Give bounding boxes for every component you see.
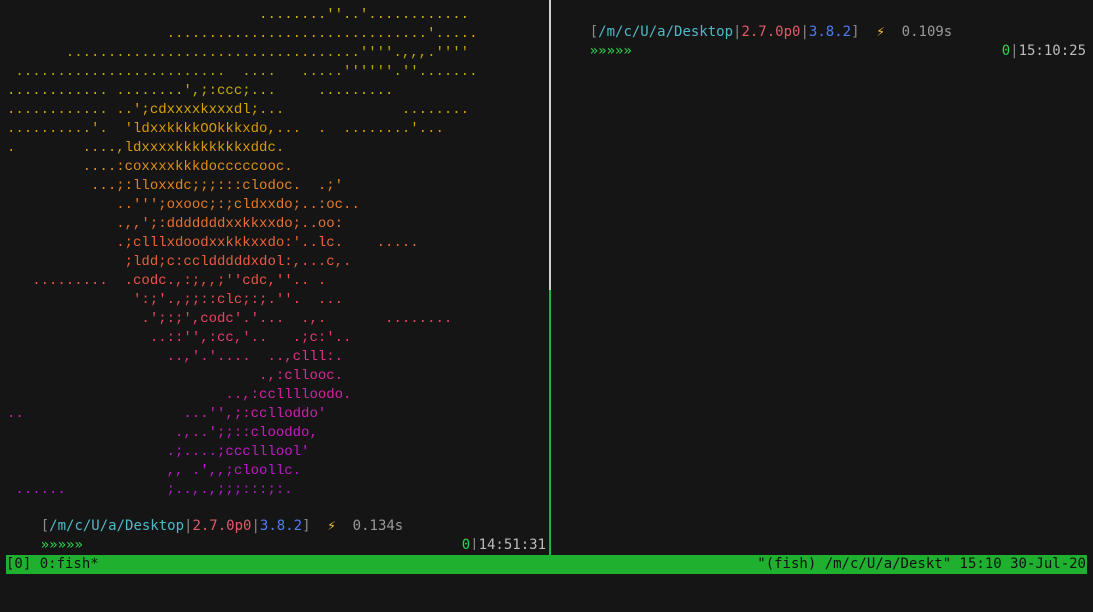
- ascii-art-line: .,,';:dddddddxxkkxxdo;..oo:: [7, 216, 344, 232]
- ascii-art-line: ...................................''''.…: [7, 45, 470, 61]
- ascii-art-line: ....:coxxxxkkkdocccccooc.: [7, 159, 293, 175]
- ascii-art-output: ........''..'............ ..............…: [7, 6, 477, 500]
- ascii-art-line: ......... .codc.,:;,,;''cdc,''.. .: [7, 273, 327, 289]
- tmux-status-right: "(fish) /m/c/U/a/Deskt" 15:10 30-Jul-20: [757, 556, 1086, 572]
- ascii-art-line: ........''..'............: [7, 7, 470, 23]
- left-prompt-status-line: [/m/c/U/a/Desktop|2.7.0p0|3.8.2] ⚡ 0.134…: [7, 498, 404, 534]
- right-prompt-input-line[interactable]: »»»»»: [556, 23, 632, 59]
- ascii-art-line: .';:;',codc'.'... .,. ........: [7, 311, 453, 327]
- exit-status: 0: [461, 537, 471, 550]
- ascii-art-line: .,..';;::clooddo,: [7, 425, 318, 441]
- ascii-art-line: .;clllxdoodxxkkkxxdo:'..lc. .....: [7, 235, 419, 251]
- tmux-window-list[interactable]: [0] 0:fish*: [6, 555, 99, 574]
- prompt-chevrons: »»»»»: [589, 43, 632, 59]
- ascii-art-line: ......................... .... .....''''…: [7, 64, 478, 80]
- right-terminal-pane[interactable]: [/m/c/U/a/Desktop|2.7.0p0|3.8.2] ⚡ 0.109…: [552, 0, 1093, 550]
- ascii-art-line: ;ldd;c:ccldddddxdol:,...c,.: [7, 254, 352, 270]
- ascii-art-line: ..,'.'.... ..,clll:.: [7, 349, 344, 365]
- ascii-art-line: ............ ..';cdxxxxkxxxdl;... ......…: [7, 102, 470, 118]
- left-terminal-pane[interactable]: ........''..'............ ..............…: [0, 0, 549, 550]
- exit-status: 0: [1001, 43, 1011, 59]
- command-duration: 0.134s: [352, 518, 404, 534]
- ascii-art-line: ..,:cclllloodo.: [7, 387, 352, 403]
- python-version: 3.8.2: [259, 518, 303, 534]
- python-version: 3.8.2: [808, 24, 852, 40]
- pane-divider[interactable]: [549, 0, 551, 290]
- prompt-separator: |: [800, 24, 809, 40]
- prompt-bracket-close: ]: [851, 24, 860, 40]
- ascii-art-line: ..........'. 'ldxxkkkkOOkkkxdo,... . ...…: [7, 121, 444, 137]
- prompt-separator: |: [470, 537, 479, 550]
- ascii-art-line: .;....;ccclllool': [7, 444, 310, 460]
- prompt-bracket-close: ]: [302, 518, 311, 534]
- ascii-art-line: . ....,ldxxxxkkkkkkkkxddc.: [7, 140, 285, 156]
- prompt-clock: 14:51:31: [478, 537, 546, 550]
- ascii-art-line: ...............................'.....: [7, 26, 478, 42]
- ascii-art-line: ............ ........',;:ccc;... .......…: [7, 83, 394, 99]
- prompt-clock: 15:10:25: [1018, 43, 1086, 59]
- ruby-version: 2.7.0p0: [192, 518, 252, 534]
- prompt-separator: |: [1010, 43, 1019, 59]
- ascii-art-line: ..''';oxooc;:;cldxxdo;..:oc..: [7, 197, 360, 213]
- pane-divider-active[interactable]: [549, 290, 551, 555]
- ascii-art-line: .,:cllooc.: [7, 368, 344, 384]
- tmux-status-bar: [0] 0:fish* "(fish) /m/c/U/a/Deskt" 15:1…: [6, 555, 1087, 574]
- right-prompt-status-line: [/m/c/U/a/Desktop|2.7.0p0|3.8.2] ⚡ 0.109…: [556, 4, 953, 40]
- ruby-version: 2.7.0p0: [741, 24, 801, 40]
- ascii-art-line: ...;:lloxxdc;;;:::clodoc. .;': [7, 178, 344, 194]
- ascii-art-line: ':;'.,;;::clc;:;.''. ...: [7, 292, 344, 308]
- ascii-art-line: .. ...'',;:cclloddo': [7, 406, 327, 422]
- ascii-art-line: ,, .',,;cloollc.: [7, 463, 302, 479]
- left-right-prompt: 0|14:51:31: [428, 517, 546, 550]
- left-prompt-input-line[interactable]: »»»»»: [7, 517, 83, 550]
- prompt-separator: |: [251, 518, 260, 534]
- command-duration: 0.109s: [901, 24, 953, 40]
- right-right-prompt: 0|15:10:25: [968, 23, 1086, 59]
- ascii-art-line: ..::'',:cc,'.. .;c:'..: [7, 330, 352, 346]
- lightning-icon: ⚡: [876, 24, 885, 40]
- prompt-chevrons: »»»»»: [40, 537, 83, 550]
- lightning-icon: ⚡: [327, 518, 336, 534]
